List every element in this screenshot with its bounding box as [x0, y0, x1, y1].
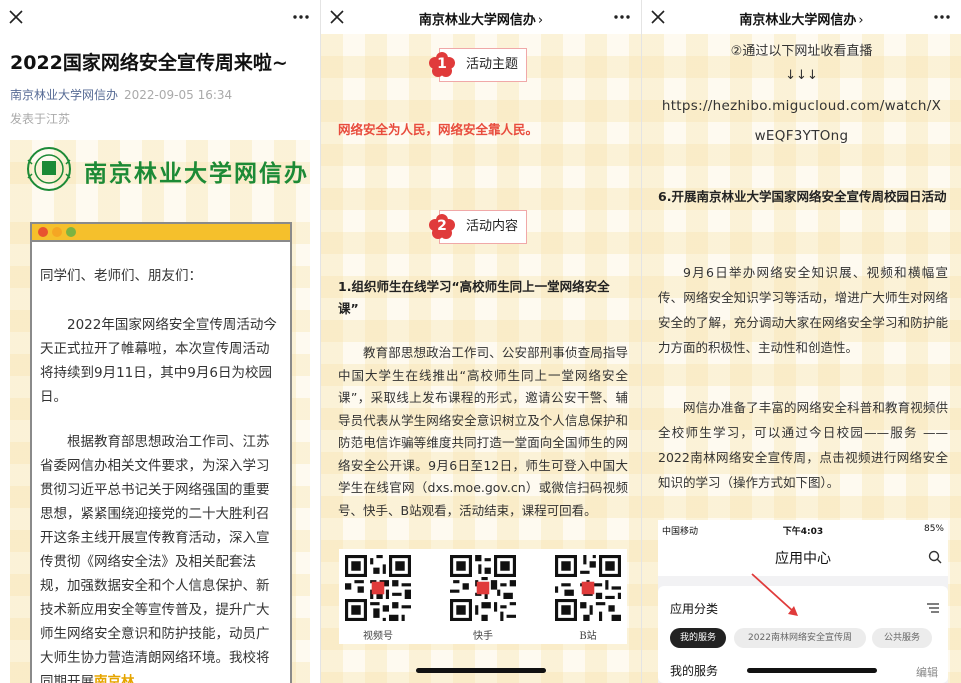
qr-label: B站	[579, 631, 597, 642]
status-time: 下午4:03	[782, 527, 824, 537]
article-panel-2: 南京林业大学网信办 › 活动主题 1 网络安全为人民，网络安全靠人民。 活动内容 …	[321, 0, 641, 683]
chip-security-week[interactable]: 2022南林网络安全宣传周	[734, 628, 866, 648]
window-dot-red	[38, 227, 48, 237]
nav-title[interactable]: 南京林业大学网信办 ›	[321, 9, 641, 28]
menu-icon[interactable]	[926, 602, 940, 614]
live-url-line-1[interactable]: https://hezhibo.migucloud.com/watch/X	[642, 98, 961, 114]
qr-label: 视频号	[363, 631, 393, 642]
window-dot-orange	[52, 227, 62, 237]
publish-date: 2022-09-05 16:34	[124, 88, 233, 102]
article-meta: 南京林业大学网信办 2022-09-05 16:34	[10, 86, 232, 103]
section-6-title: 6.开展南京林业大学国家网络安全宣传周校园日活动	[658, 189, 947, 204]
app-center-title: 应用中心	[775, 551, 831, 567]
section-6-paragraph-1: 9月6日举办网络安全知识展、视频和横幅宣传、网络安全知识学习等活动，增进广大师生…	[658, 265, 948, 355]
more-icon[interactable]	[292, 9, 310, 25]
top-bar: 南京林业大学网信办 ›	[321, 0, 641, 34]
article-body: 活动主题 1 网络安全为人民，网络安全靠人民。 活动内容 2 1.组织师生在线学…	[321, 34, 641, 683]
section-badge-theme: 活动主题 1	[427, 44, 537, 82]
home-indicator[interactable]	[416, 668, 546, 673]
embedded-phone-screenshot: 中国移动 下午4:03 85% 应用中心 应用分类 我的服务 2022南林网络安…	[658, 520, 948, 683]
down-arrows: ↓↓↓	[785, 68, 818, 83]
qr-code-kuaishou[interactable]	[450, 555, 516, 621]
section-6-paragraph-2: 网信办准备了丰富的网络安全科普和教育视频供全校师生学习，可以通过今日校园——服务…	[658, 400, 948, 490]
nav-title[interactable]: 南京林业大学网信办 ›	[642, 9, 961, 28]
background-paragraph-text: 根据教育部思想政治工作司、江苏省委网信办相关文件要求，为深入学习贯彻习近平总书记…	[40, 434, 270, 683]
article-title: 2022国家网络安全宣传周来啦~	[10, 52, 288, 74]
top-bar	[0, 0, 320, 34]
live-instruction: ②通过以下网址收看直播	[730, 44, 873, 59]
article-body: ②通过以下网址收看直播 ↓↓↓ https://hezhibo.miguclou…	[642, 34, 961, 683]
badge-number: 2	[437, 218, 447, 234]
article-panel-1: 2022国家网络安全宣传周来啦~ 南京林业大学网信办 2022-09-05 16:…	[0, 0, 320, 683]
chevron-right-icon: ›	[537, 13, 544, 28]
more-icon[interactable]	[613, 9, 631, 25]
section-badge-content: 活动内容 2	[427, 206, 537, 244]
nav-title-text: 南京林业大学网信办	[739, 13, 857, 28]
highlight-text: 南京林	[94, 674, 135, 683]
theme-slogan: 网络安全为人民，网络安全靠人民。	[338, 122, 539, 137]
chevron-right-icon: ›	[858, 13, 864, 28]
window-titlebar	[32, 224, 290, 242]
chip-public-services[interactable]: 公共服务	[872, 628, 932, 648]
window-dot-green	[66, 227, 76, 237]
account-banner: 南京林业大学网信办	[10, 140, 310, 200]
phone-status-bar: 中国移动 下午4:03 85%	[658, 524, 948, 538]
qr-code-shipinhao[interactable]	[345, 555, 411, 621]
close-icon[interactable]	[8, 9, 24, 25]
article-panel-3: 南京林业大学网信办 › ②通过以下网址收看直播 ↓↓↓ https://hezhi…	[642, 0, 961, 683]
qr-code-bilibili[interactable]	[555, 555, 621, 621]
intro-paragraph: 2022年国家网络安全宣传周活动今天正式拉开了帷幕啦，本次宣传周活动将持续到9月…	[40, 317, 277, 405]
qr-label: 快手	[473, 631, 493, 642]
chip-my-services[interactable]: 我的服务	[670, 628, 726, 648]
nav-title-text: 南京林业大学网信办	[418, 13, 536, 28]
search-icon[interactable]	[928, 550, 942, 564]
publish-location: 发表于江苏	[10, 112, 71, 126]
qr-code-row: 视频号 快手 B站	[339, 549, 627, 644]
category-title: 应用分类	[670, 602, 719, 616]
my-services-heading: 我的服务	[670, 664, 719, 678]
more-icon[interactable]	[933, 9, 951, 25]
red-arrow-icon	[751, 573, 798, 616]
top-bar: 南京林业大学网信办 ›	[642, 0, 961, 34]
badge-number: 1	[437, 56, 447, 72]
section-1-title: 1.组织师生在线学习“高校师生同上一堂网络安全课”	[338, 279, 610, 316]
home-indicator[interactable]	[747, 668, 877, 673]
greeting-text: 同学们、老师们、朋友们：	[40, 268, 202, 284]
live-url-line-2[interactable]: wEQF3YTOng	[642, 128, 961, 144]
banner-title: 南京林业大学网信办	[84, 161, 309, 187]
edit-link[interactable]: 编辑	[916, 664, 938, 680]
section-1-text: 教育部思想政治工作司、公安部刑事侦查局指导中国大学生在线推出“高校师生同上一堂网…	[338, 345, 628, 518]
battery-level: 85%	[923, 524, 944, 534]
account-name-link[interactable]: 南京林业大学网信办	[10, 88, 118, 102]
background-paragraph: 根据教育部思想政治工作司、江苏省委网信办相关文件要求，为深入学习贯彻习近平总书记…	[40, 430, 280, 683]
university-seal-icon	[27, 147, 71, 191]
